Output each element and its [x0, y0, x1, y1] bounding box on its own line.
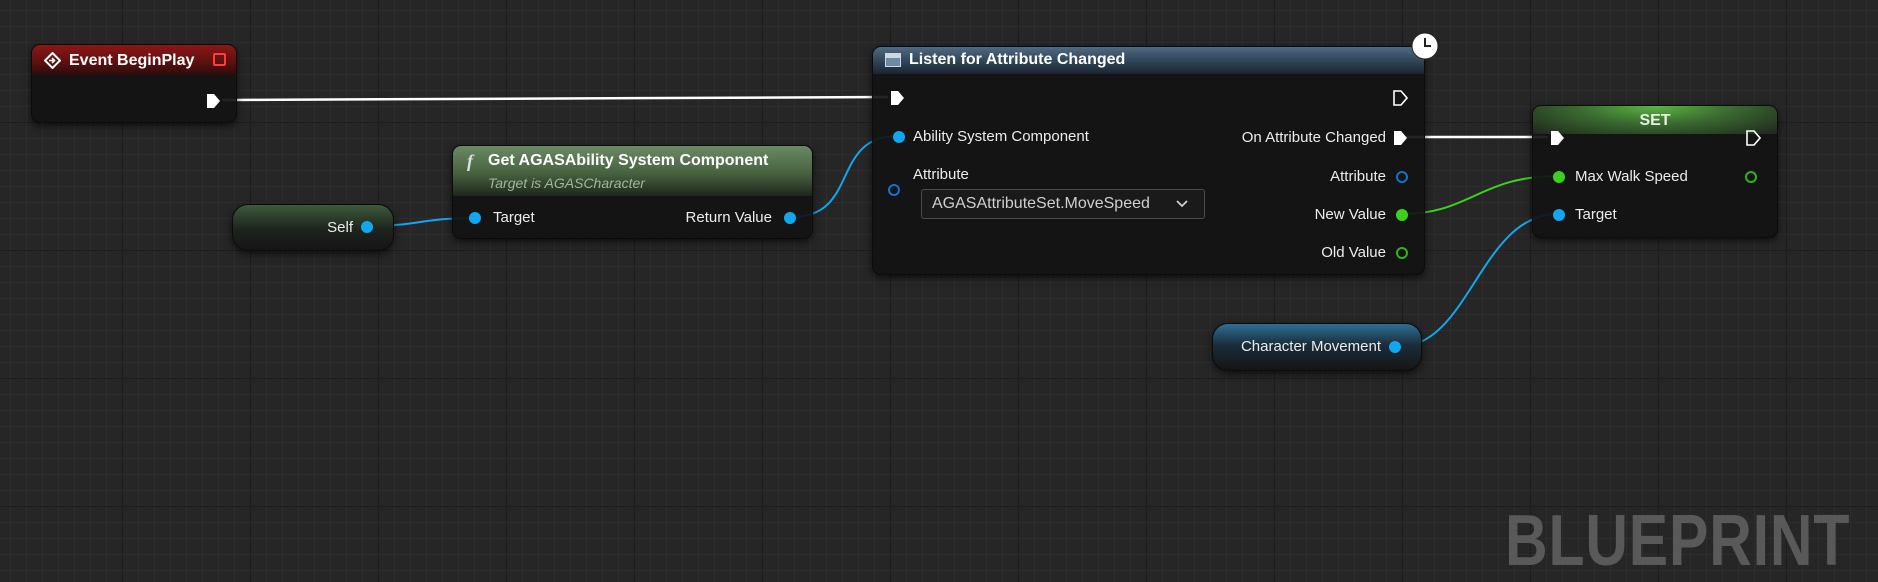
get-asc-target-pin[interactable] [469, 212, 481, 224]
get-asc-target-label: Target [493, 209, 535, 226]
set-exec-in-pin[interactable] [1549, 130, 1565, 146]
get-asc-return-label: Return Value [685, 209, 772, 226]
self-output-pin[interactable] [361, 221, 373, 233]
listen-old-value-pin[interactable] [1396, 247, 1408, 259]
get-asc-node[interactable]: f Get AGASAbility System Component Targe… [452, 145, 813, 239]
set-target-pin[interactable] [1553, 209, 1565, 221]
set-node[interactable]: SET Max Walk Speed Target [1532, 105, 1778, 238]
exec-wire-beginplay-listen [221, 95, 889, 102]
event-icon [44, 52, 61, 69]
clock-icon [1411, 32, 1439, 60]
listen-attribute-node[interactable]: Listen for Attribute Changed Ability Sys… [872, 32, 1439, 275]
get-asc-title: Get AGASAbility System Component [488, 152, 769, 169]
set-exec-out-pin[interactable] [1745, 130, 1761, 146]
get-asc-return-pin[interactable] [784, 212, 796, 224]
self-node[interactable]: Self [232, 204, 394, 251]
listen-new-value-pin[interactable] [1396, 209, 1408, 221]
character-movement-pin[interactable] [1389, 341, 1401, 353]
listen-asc-label: Ability System Component [913, 128, 1089, 145]
listen-exec-out-pin[interactable] [1392, 90, 1408, 106]
dropdown-chevron-icon [1176, 200, 1188, 208]
listen-exec-in-pin[interactable] [889, 90, 905, 106]
get-asc-subtitle: Target is AGASCharacter [488, 175, 645, 191]
listen-header[interactable]: Listen for Attribute Changed [873, 47, 1424, 74]
stop-icon [213, 53, 226, 66]
get-asc-header[interactable]: f Get AGASAbility System Component Targe… [453, 146, 812, 196]
listen-on-changed-label: On Attribute Changed [1241, 129, 1386, 146]
self-label: Self [327, 219, 353, 236]
set-header[interactable]: SET [1533, 106, 1777, 134]
attribute-dropdown-value: AGASAttributeSet.MoveSpeed [932, 195, 1150, 212]
event-beginplay-title: Event BeginPlay [69, 52, 195, 69]
listen-out-attribute-label: Attribute [1330, 168, 1386, 185]
listen-out-attribute-pin[interactable] [1396, 171, 1408, 183]
async-task-icon [885, 53, 901, 67]
listen-attribute-pin[interactable] [888, 184, 900, 196]
event-beginplay-node[interactable]: Event BeginPlay [31, 44, 237, 123]
set-speed-pin[interactable] [1553, 171, 1565, 183]
character-movement-node[interactable]: Character Movement [1212, 323, 1422, 371]
set-target-label: Target [1575, 206, 1617, 223]
blueprint-watermark: BLUEPRINT [1505, 501, 1851, 581]
character-movement-label: Character Movement [1240, 338, 1381, 355]
listen-old-value-label: Old Value [1321, 244, 1386, 261]
set-speed-label: Max Walk Speed [1575, 168, 1688, 185]
listen-title: Listen for Attribute Changed [909, 51, 1126, 68]
set-title: SET [1639, 112, 1671, 129]
function-icon: f [467, 151, 473, 171]
event-beginplay-header[interactable]: Event BeginPlay [32, 45, 236, 75]
listen-asc-pin[interactable] [893, 131, 905, 143]
attribute-dropdown[interactable]: AGASAttributeSet.MoveSpeed [921, 189, 1205, 219]
listen-on-changed-pin[interactable] [1392, 130, 1408, 146]
listen-attribute-label: Attribute [913, 166, 969, 183]
exec-out-pin-beginplay[interactable] [205, 93, 221, 109]
listen-new-value-label: New Value [1314, 206, 1386, 223]
set-speed-out-pin[interactable] [1745, 171, 1757, 183]
